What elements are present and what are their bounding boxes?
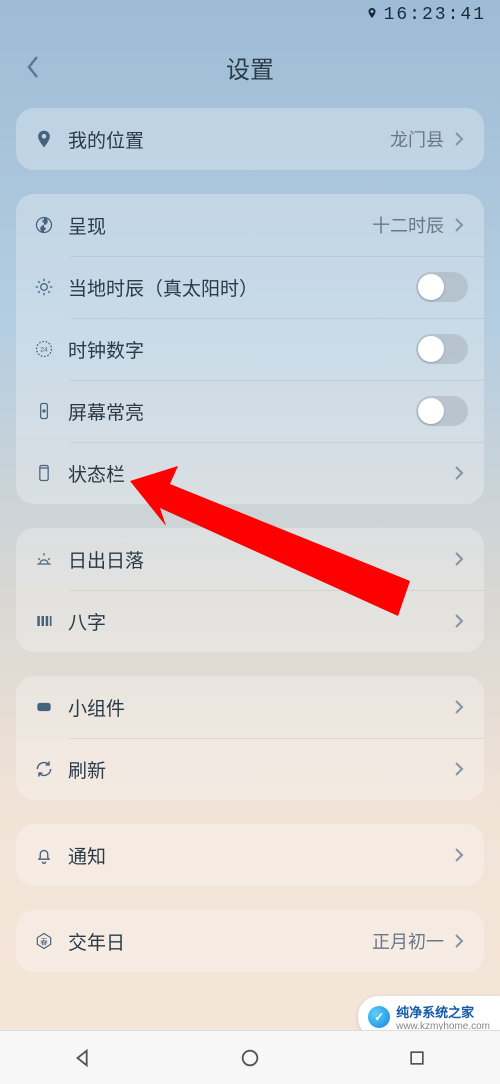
- group-location: 我的位置 龙门县: [16, 108, 484, 170]
- group-display: 呈现 十二时辰 当地时辰（真太阳时） 24 时钟数字 屏幕常亮 状态栏: [16, 194, 484, 504]
- chevron-right-icon: [450, 612, 468, 630]
- refresh-icon: [32, 757, 56, 781]
- row-label: 刷新: [68, 756, 450, 783]
- group-time: 日出日落 八字: [16, 528, 484, 652]
- spring-icon: 春: [32, 929, 56, 953]
- chevron-right-icon: [450, 698, 468, 716]
- row-label: 时钟数字: [68, 336, 416, 363]
- nav-back-button[interactable]: [63, 1038, 103, 1078]
- row-label: 通知: [68, 842, 450, 869]
- row-label: 小组件: [68, 694, 450, 721]
- row-label: 当地时辰（真太阳时）: [68, 274, 416, 301]
- statusbar-icon: [32, 461, 56, 485]
- chevron-right-icon: [450, 130, 468, 148]
- device-status-bar: 16:23:41: [0, 0, 500, 30]
- svg-text:24: 24: [40, 347, 48, 354]
- phone-bright-icon: [32, 399, 56, 423]
- row-label: 日出日落: [68, 546, 450, 573]
- row-year-day[interactable]: 春 交年日 正月初一: [16, 910, 484, 972]
- row-notification[interactable]: 通知: [16, 824, 484, 886]
- clock-24-icon: 24: [32, 337, 56, 361]
- chevron-right-icon: [450, 932, 468, 950]
- chevron-right-icon: [450, 550, 468, 568]
- nav-home-button[interactable]: [230, 1038, 270, 1078]
- row-sunrise-sunset[interactable]: 日出日落: [16, 528, 484, 590]
- watermark-title: 纯净系统之家: [396, 1002, 490, 1021]
- bars-icon: [32, 609, 56, 633]
- row-screen-on: 屏幕常亮: [16, 380, 484, 442]
- group-widget: 小组件 刷新: [16, 676, 484, 800]
- row-label: 交年日: [68, 928, 372, 955]
- svg-text:春: 春: [40, 936, 48, 946]
- status-time: 16:23:41: [384, 5, 486, 25]
- bell-icon: [32, 843, 56, 867]
- toggle-local-hour[interactable]: [416, 272, 468, 302]
- row-label: 八字: [68, 608, 450, 635]
- row-my-location[interactable]: 我的位置 龙门县: [16, 108, 484, 170]
- page-header: 设置: [0, 30, 500, 108]
- chevron-right-icon: [450, 216, 468, 234]
- toggle-screen-on[interactable]: [416, 396, 468, 426]
- sun-icon: [32, 275, 56, 299]
- location-active-icon: [366, 7, 378, 24]
- watermark-logo-icon: ✓: [368, 1006, 390, 1028]
- location-pin-icon: [32, 127, 56, 151]
- yinyang-icon: [32, 213, 56, 237]
- group-year: 春 交年日 正月初一: [16, 910, 484, 972]
- row-widget[interactable]: 小组件: [16, 676, 484, 738]
- row-refresh[interactable]: 刷新: [16, 738, 484, 800]
- widget-icon: [32, 695, 56, 719]
- row-clock-digits: 24 时钟数字: [16, 318, 484, 380]
- row-label: 状态栏: [68, 460, 450, 487]
- chevron-right-icon: [450, 464, 468, 482]
- row-label: 屏幕常亮: [68, 398, 416, 425]
- chevron-right-icon: [450, 846, 468, 864]
- row-value: 正月初一: [372, 928, 444, 954]
- row-value: 龙门县: [390, 126, 444, 152]
- toggle-clock-digits[interactable]: [416, 334, 468, 364]
- row-label: 我的位置: [68, 126, 390, 153]
- row-presentation[interactable]: 呈现 十二时辰: [16, 194, 484, 256]
- row-label: 呈现: [68, 212, 372, 239]
- group-notify: 通知: [16, 824, 484, 886]
- row-status-bar[interactable]: 状态栏: [16, 442, 484, 504]
- nav-recent-button[interactable]: [397, 1038, 437, 1078]
- sunrise-icon: [32, 547, 56, 571]
- page-title: 设置: [0, 50, 500, 85]
- system-nav-bar: [0, 1030, 500, 1084]
- row-bazi[interactable]: 八字: [16, 590, 484, 652]
- row-value: 十二时辰: [372, 212, 444, 238]
- chevron-right-icon: [450, 760, 468, 778]
- row-local-hour: 当地时辰（真太阳时）: [16, 256, 484, 318]
